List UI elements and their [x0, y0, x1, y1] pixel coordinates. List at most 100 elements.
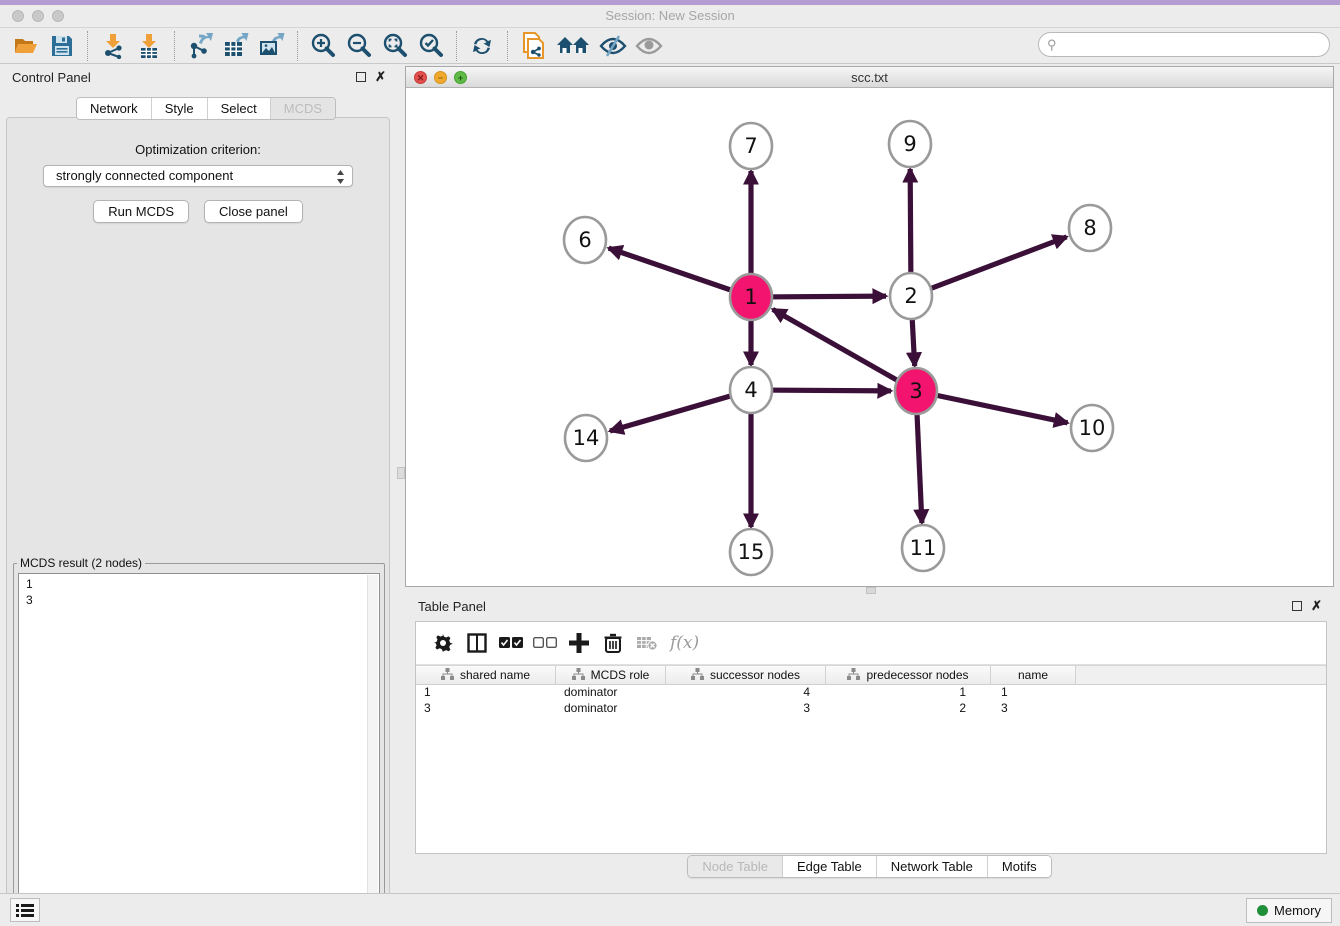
close-panel-button[interactable]: Close panel — [204, 200, 303, 223]
float-panel-icon[interactable] — [1292, 601, 1302, 611]
tab-network-table[interactable]: Network Table — [877, 856, 988, 877]
task-history-button[interactable] — [10, 898, 40, 922]
titlebar: Session: New Session — [0, 5, 1340, 28]
memory-status-icon — [1257, 905, 1268, 916]
hide-eye-icon[interactable] — [598, 32, 628, 60]
network-window-titlebar[interactable]: ✕ − + scc.txt — [406, 67, 1333, 88]
splitpane-divider-handle[interactable] — [397, 467, 405, 479]
close-panel-icon[interactable]: ✗ — [375, 69, 386, 85]
cell[interactable]: dominator — [556, 685, 666, 701]
tab-mcds[interactable]: MCDS — [271, 98, 335, 119]
float-panel-icon[interactable] — [356, 72, 366, 82]
node-11[interactable]: 11 — [902, 525, 944, 571]
zoom-selected-icon[interactable] — [416, 32, 446, 60]
node-1[interactable]: 1 — [730, 274, 772, 320]
node-label: 9 — [903, 132, 916, 156]
column-header-predecessor-nodes[interactable]: predecessor nodes — [826, 666, 991, 684]
open-folder-icon[interactable] — [11, 32, 41, 60]
column-header-shared-name[interactable]: shared name — [416, 666, 556, 684]
export-network-icon[interactable] — [185, 32, 215, 60]
add-icon[interactable] — [562, 628, 596, 658]
memory-label: Memory — [1274, 903, 1321, 918]
node-label: 10 — [1079, 416, 1106, 440]
run-mcds-button[interactable]: Run MCDS — [93, 200, 189, 223]
cell[interactable]: 3 — [666, 701, 826, 717]
import-network-icon[interactable] — [98, 32, 128, 60]
zoom-fit-icon[interactable] — [380, 32, 410, 60]
node-6[interactable]: 6 — [564, 217, 606, 263]
cell[interactable]: 1 — [416, 685, 556, 701]
node-7[interactable]: 7 — [730, 123, 772, 169]
function-icon[interactable]: f(x) — [670, 633, 699, 653]
mcds-result-list[interactable]: 13 — [18, 573, 380, 926]
tab-motifs[interactable]: Motifs — [988, 856, 1051, 877]
edge-2-8[interactable] — [911, 237, 1067, 296]
column-header-successor-nodes[interactable]: successor nodes — [666, 666, 826, 684]
search-icon: ⚲ — [1047, 37, 1057, 53]
search-field[interactable]: ⚲ — [1038, 32, 1330, 57]
search-input[interactable] — [1062, 38, 1321, 52]
mcds-tab-content: Optimization criterion: strongly connect… — [6, 117, 390, 926]
show-eye-icon[interactable] — [634, 32, 664, 60]
node-14[interactable]: 14 — [565, 415, 607, 461]
cell[interactable]: 1 — [826, 685, 991, 701]
tree-icon — [847, 668, 860, 683]
select-all-icon[interactable] — [494, 628, 528, 658]
memory-button[interactable]: Memory — [1246, 898, 1332, 923]
cell[interactable]: 2 — [826, 701, 991, 717]
delete-table-icon[interactable] — [630, 628, 664, 658]
export-image-icon[interactable] — [257, 32, 287, 60]
columns-icon[interactable] — [460, 628, 494, 658]
table-panel-header: Table Panel ✗ — [405, 595, 1334, 619]
cell[interactable]: 3 — [416, 701, 556, 717]
node-label: 6 — [578, 228, 591, 252]
node-label: 1 — [744, 285, 757, 309]
gear-icon[interactable] — [426, 628, 460, 658]
refresh-layout-icon[interactable] — [467, 32, 497, 60]
trash-icon[interactable] — [596, 628, 630, 658]
edge-3-1[interactable] — [773, 309, 916, 391]
node-label: 4 — [744, 378, 757, 402]
tab-style[interactable]: Style — [152, 98, 208, 119]
save-icon[interactable] — [47, 32, 77, 60]
copy-style-icon[interactable] — [518, 32, 548, 60]
toolbar-separator — [174, 31, 175, 61]
column-header-MCDS-role[interactable]: MCDS role — [556, 666, 666, 684]
tab-select[interactable]: Select — [208, 98, 271, 119]
table-panel-title: Table Panel — [418, 599, 486, 614]
edge-3-10[interactable] — [916, 391, 1068, 423]
zoom-in-icon[interactable] — [308, 32, 338, 60]
node-2[interactable]: 2 — [890, 273, 932, 319]
tab-network[interactable]: Network — [77, 98, 152, 119]
network-graph[interactable]: 7 9 6 8 1 2 4 3 14 10 15 11 — [406, 88, 1333, 586]
table-row[interactable]: 1dominator411 — [416, 685, 1326, 701]
scrollbar[interactable] — [367, 575, 378, 925]
table-row[interactable]: 3dominator323 — [416, 701, 1326, 717]
column-header-name[interactable]: name — [991, 666, 1076, 684]
tab-node-table[interactable]: Node Table — [688, 856, 783, 877]
cell[interactable]: 4 — [666, 685, 826, 701]
node-4[interactable]: 4 — [730, 367, 772, 413]
node-15[interactable]: 15 — [730, 529, 772, 575]
splitpane-divider-handle[interactable] — [866, 587, 876, 594]
node-10[interactable]: 10 — [1071, 405, 1113, 451]
edge-1-6[interactable] — [609, 248, 751, 297]
cell[interactable]: 1 — [991, 685, 1076, 701]
node-8[interactable]: 8 — [1069, 205, 1111, 251]
tab-edge-table[interactable]: Edge Table — [783, 856, 877, 877]
window-title: Session: New Session — [0, 8, 1340, 23]
mcds-result-line: 3 — [26, 592, 379, 608]
cell[interactable]: 3 — [991, 701, 1076, 717]
import-table-icon[interactable] — [134, 32, 164, 60]
cell[interactable]: dominator — [556, 701, 666, 717]
tree-icon — [572, 668, 585, 683]
optimization-criterion-dropdown[interactable]: strongly connected component — [43, 165, 353, 187]
zoom-out-icon[interactable] — [344, 32, 374, 60]
close-panel-icon[interactable]: ✗ — [1311, 598, 1322, 614]
export-table-icon[interactable] — [221, 32, 251, 60]
network-canvas[interactable]: 7 9 6 8 1 2 4 3 14 10 15 11 — [406, 88, 1333, 586]
node-9[interactable]: 9 — [889, 121, 931, 167]
node-3[interactable]: 3 — [895, 368, 937, 414]
deselect-all-icon[interactable] — [528, 628, 562, 658]
home-icon[interactable] — [554, 32, 592, 60]
